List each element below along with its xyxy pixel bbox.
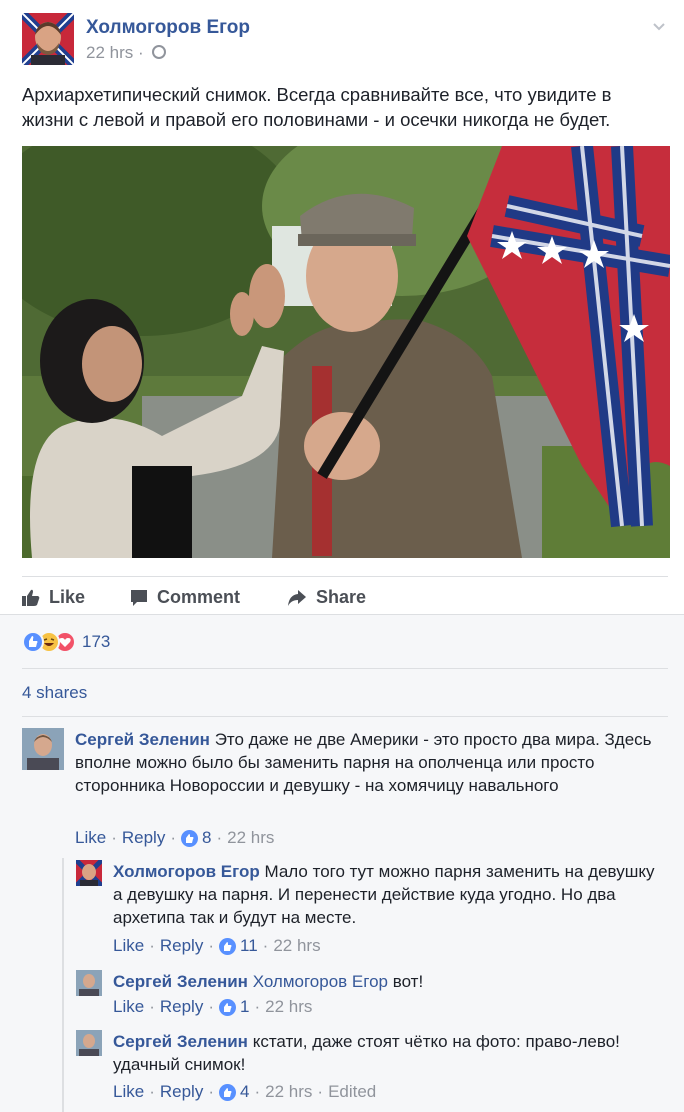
comment-body: Сергей Зеленин Это даже не две Америки -… [75, 728, 665, 797]
globe-icon [152, 45, 167, 59]
reply-meta: Like · Reply · 4 · 22 hrs · Edited [113, 1082, 377, 1102]
comment-meta: Like · Reply · 8 · 22 hrs [75, 828, 275, 848]
reply: Сергей Зеленин кстати, даже стоят чётко … [76, 1030, 666, 1108]
reply-timestamp[interactable]: 22 hrs [273, 936, 320, 956]
post-text: Архиархетипический снимок. Всегда сравни… [22, 84, 612, 130]
post-photo[interactable] [22, 146, 670, 558]
thumbs-up-icon [219, 937, 236, 955]
reply-author-avatar[interactable] [76, 1030, 102, 1056]
comment-like-link[interactable]: Like [75, 828, 106, 848]
comment: Сергей Зеленин Это даже не две Америки -… [22, 728, 662, 852]
reply-mention[interactable]: Холмогоров Егор [253, 972, 388, 991]
reply: Холмогоров Егор Мало того тут можно парн… [76, 860, 666, 960]
reply-body: Сергей Зеленин Холмогоров Егор вот! [113, 970, 668, 993]
comment-label: Comment [157, 587, 241, 607]
reply-timestamp[interactable]: 22 hrs [265, 1082, 312, 1102]
divider [22, 668, 668, 669]
commenter-avatar[interactable] [22, 728, 64, 770]
reply-meta: Like · Reply · 11 · 22 hrs [113, 936, 321, 956]
comment-reply-link[interactable]: Reply [122, 828, 165, 848]
reply-like-count[interactable]: 1 [240, 997, 249, 1017]
thumbs-up-icon [219, 998, 236, 1016]
reply-text: вот! [392, 972, 424, 991]
reply-reply-link[interactable]: Reply [160, 936, 203, 956]
reactions-summary[interactable]: 173 [22, 630, 110, 654]
reply-body: Сергей Зеленин кстати, даже стоят чётко … [113, 1030, 668, 1076]
reply-author[interactable]: Сергей Зеленин [113, 1032, 248, 1051]
reply-thread-line [62, 858, 64, 1112]
reply-author[interactable]: Сергей Зеленин [113, 972, 248, 991]
reply-like-link[interactable]: Like [113, 1082, 144, 1102]
comment-icon [131, 589, 147, 606]
reply-meta: Like · Reply · 1 · 22 hrs [113, 997, 313, 1017]
divider [22, 716, 668, 717]
edited-label[interactable]: Edited [328, 1082, 376, 1102]
reply-reply-link[interactable]: Reply [160, 997, 203, 1017]
comment-button[interactable]: Comment [130, 587, 240, 608]
reply-reply-link[interactable]: Reply [160, 1082, 203, 1102]
share-label: Share [316, 587, 367, 607]
post-author-name[interactable]: Холмогоров Егор [86, 17, 250, 39]
post-meta: 22 hrs · [86, 43, 167, 63]
reply-like-count[interactable]: 11 [240, 936, 258, 956]
reply-timestamp[interactable]: 22 hrs [265, 997, 312, 1017]
share-arrow-icon [288, 589, 306, 606]
reply-like-count[interactable]: 4 [240, 1082, 249, 1102]
reply-author-avatar[interactable] [76, 970, 102, 996]
thumbs-up-icon [181, 829, 198, 847]
reply-author-avatar[interactable] [76, 860, 102, 886]
thumbs-up-icon [219, 1083, 236, 1101]
reply-like-link[interactable]: Like [113, 936, 144, 956]
like-reaction-icon [22, 631, 44, 653]
reply-like-link[interactable]: Like [113, 997, 144, 1017]
reply-body: Холмогоров Егор Мало того тут можно парн… [113, 860, 668, 929]
like-button[interactable]: Like [22, 587, 85, 608]
reply: Сергей Зеленин Холмогоров Егор вот! Like… [76, 970, 666, 1020]
post-header: Холмогоров Егор 22 hrs · [22, 13, 665, 65]
shares-count[interactable]: 4 shares [22, 683, 87, 703]
author-avatar[interactable] [22, 13, 74, 65]
comment-timestamp[interactable]: 22 hrs [227, 828, 274, 848]
chevron-down-icon[interactable] [652, 19, 666, 33]
share-button[interactable]: Share [287, 587, 366, 608]
action-bar: Like Comment Share [22, 576, 668, 616]
comment-author[interactable]: Сергей Зеленин [75, 730, 210, 749]
thumbs-up-icon [22, 589, 40, 606]
like-label: Like [49, 587, 86, 607]
post-timestamp[interactable]: 22 hrs [86, 43, 133, 62]
reaction-count: 173 [82, 632, 111, 651]
reply-author[interactable]: Холмогоров Егор [113, 862, 260, 881]
comment-like-count[interactable]: 8 [202, 828, 211, 848]
